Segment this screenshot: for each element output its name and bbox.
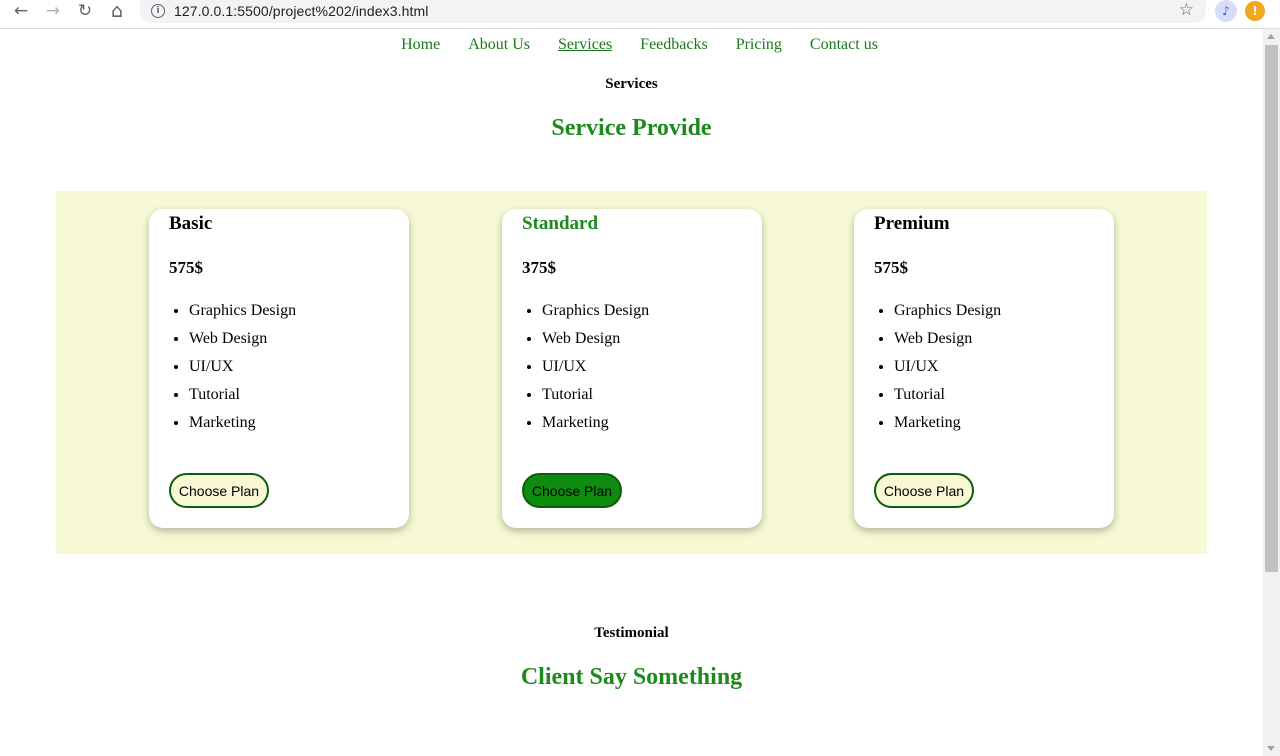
feature-item: Graphics Design	[542, 297, 742, 325]
feature-item: Web Design	[542, 325, 742, 353]
feature-item: Tutorial	[189, 381, 389, 409]
feature-list: Graphics Design Web Design UI/UX Tutoria…	[874, 297, 1094, 437]
plan-price: 575$	[874, 258, 908, 277]
services-tag: Services	[605, 76, 658, 92]
feature-item: UI/UX	[542, 353, 742, 381]
nav-pricing[interactable]: Pricing	[736, 36, 782, 54]
nav-about-us[interactable]: About Us	[468, 36, 530, 54]
plan-price: 375$	[522, 258, 556, 277]
plan-name: Standard	[522, 213, 599, 234]
feature-item: Marketing	[894, 409, 1094, 437]
feature-item: UI/UX	[189, 353, 389, 381]
nav-home[interactable]: Home	[401, 36, 440, 54]
feature-item: Tutorial	[542, 381, 742, 409]
feature-item: Tutorial	[894, 381, 1094, 409]
feature-item: Graphics Design	[189, 297, 389, 325]
feature-item: Marketing	[542, 409, 742, 437]
feature-item: UI/UX	[894, 353, 1094, 381]
feature-item: Web Design	[189, 325, 389, 353]
forward-icon[interactable]: →	[40, 0, 66, 22]
plan-name: Basic	[169, 213, 213, 234]
feature-item: Marketing	[189, 409, 389, 437]
nav-feedbacks[interactable]: Feedbacks	[640, 36, 708, 54]
scroll-down-arrow-icon[interactable]	[1267, 746, 1275, 751]
home-icon[interactable]: ⌂	[104, 0, 130, 22]
main-nav: Home About Us Services Feedbacks Pricing…	[0, 36, 1263, 54]
back-icon[interactable]: ←	[8, 0, 34, 22]
feature-list: Graphics Design Web Design UI/UX Tutoria…	[522, 297, 742, 437]
feature-item: Web Design	[894, 325, 1094, 353]
music-extension-icon[interactable]: ♪	[1215, 0, 1237, 22]
nav-services[interactable]: Services	[558, 36, 612, 54]
pricing-section: Basic 575$ Graphics Design Web Design UI…	[56, 191, 1207, 554]
scroll-thumb[interactable]	[1265, 45, 1278, 572]
alert-extension-icon[interactable]: !	[1245, 1, 1265, 21]
plan-card-standard: Standard 375$ Graphics Design Web Design…	[502, 209, 762, 528]
url-text[interactable]: 127.0.0.1:5500/project%202/index3.html	[174, 3, 428, 19]
scroll-up-arrow-icon[interactable]	[1267, 34, 1275, 39]
feature-list: Graphics Design Web Design UI/UX Tutoria…	[169, 297, 389, 437]
info-icon[interactable]: i	[151, 3, 165, 18]
choose-plan-button[interactable]: Choose Plan	[522, 473, 622, 508]
reload-icon[interactable]: ↻	[72, 0, 98, 22]
star-icon[interactable]: ☆	[1179, 0, 1194, 20]
services-title: Service Provide	[551, 115, 712, 141]
testimonial-title: Client Say Something	[520, 664, 743, 690]
choose-plan-button[interactable]: Choose Plan	[169, 473, 269, 508]
plan-card-premium: Premium 575$ Graphics Design Web Design …	[854, 209, 1114, 528]
nav-contact-us[interactable]: Contact us	[810, 36, 878, 54]
browser-toolbar: ← → ↻ ⌂ i 127.0.0.1:5500/project%202/ind…	[0, 0, 1280, 29]
plan-price: 575$	[169, 258, 203, 277]
plan-name: Premium	[874, 213, 950, 234]
vertical-scrollbar[interactable]	[1263, 29, 1280, 756]
choose-plan-button[interactable]: Choose Plan	[874, 473, 974, 508]
testimonial-tag: Testimonial	[594, 625, 669, 641]
plan-card-basic: Basic 575$ Graphics Design Web Design UI…	[149, 209, 409, 528]
feature-item: Graphics Design	[894, 297, 1094, 325]
address-bar[interactable]: i 127.0.0.1:5500/project%202/index3.html…	[140, 0, 1206, 23]
